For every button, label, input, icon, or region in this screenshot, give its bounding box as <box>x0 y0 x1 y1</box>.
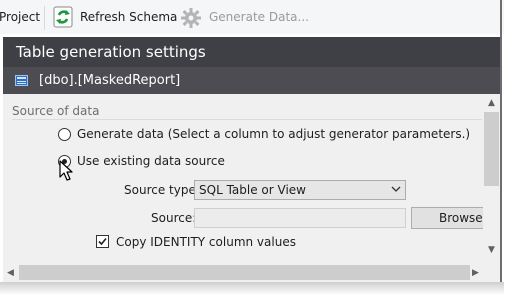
chevron-down-icon <box>391 186 401 192</box>
scroll-left-icon[interactable]: ◀ <box>7 268 14 278</box>
window-shadow <box>0 282 504 295</box>
generate-data-option-label[interactable]: Generate data (Select a column to adjust… <box>77 127 470 141</box>
copy-identity-checkbox[interactable] <box>96 235 109 248</box>
checkmark-icon <box>98 237 107 246</box>
source-input[interactable] <box>194 208 406 228</box>
refresh-schema-button[interactable]: Refresh Schema <box>80 9 177 25</box>
scroll-up-icon[interactable]: ▲ <box>488 98 495 108</box>
object-name: [dbo].[MaskedReport] <box>39 73 181 88</box>
source-of-data-panel: Source of data Generate data (Select a c… <box>3 94 500 282</box>
use-existing-source-option-label[interactable]: Use existing data source <box>77 154 225 168</box>
copy-identity-label[interactable]: Copy IDENTITY column values <box>116 235 296 249</box>
generate-data-button[interactable]: Generate Data... <box>209 9 309 25</box>
refresh-icon[interactable] <box>53 6 73 28</box>
window-edge <box>504 0 518 295</box>
mouse-cursor-icon <box>59 160 73 181</box>
scroll-down-icon[interactable]: ▼ <box>488 245 495 255</box>
table-icon <box>15 75 28 86</box>
generate-data-radio[interactable] <box>58 128 71 141</box>
group-divider <box>12 119 482 120</box>
toolbar-separator <box>44 6 45 30</box>
panel-title: Table generation settings <box>16 43 206 61</box>
vertical-scroll-thumb[interactable] <box>484 112 499 186</box>
source-label: Source: <box>151 211 197 225</box>
source-type-value: SQL Table or View <box>199 183 306 197</box>
panel-title-bar: Table generation settings <box>3 37 500 67</box>
object-row: [dbo].[MaskedReport] <box>3 67 500 94</box>
browse-button[interactable]: Browse... <box>411 207 493 229</box>
source-type-label: Source type: <box>124 183 200 197</box>
project-button[interactable]: Project <box>0 9 40 25</box>
window-border <box>500 0 502 282</box>
group-label: Source of data <box>12 104 100 118</box>
toolbar: Project Refresh Schema Generate Data... <box>0 0 504 34</box>
horizontal-scroll-thumb[interactable] <box>19 265 470 280</box>
scroll-right-icon[interactable]: ▶ <box>472 268 479 278</box>
scrollbar-corner <box>483 264 500 282</box>
source-type-select[interactable]: SQL Table or View <box>194 180 406 200</box>
gear-icon <box>181 8 201 28</box>
